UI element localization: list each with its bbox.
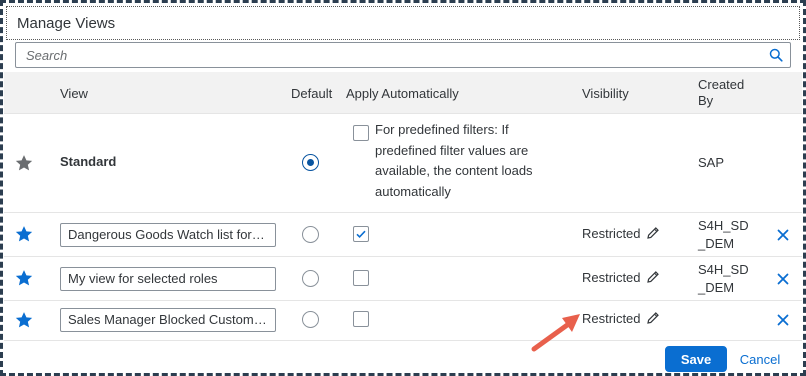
created-by: S4H_SD _DEM [698,217,749,253]
visibility-value: Restricted [582,311,641,326]
close-icon [777,229,789,241]
favorite-toggle[interactable] [14,224,34,244]
table-row[interactable]: Standard For predefined filters: If pred… [4,114,802,213]
edit-visibility-button[interactable] [646,270,660,284]
table-row[interactable]: Dangerous Goods Watch list for S... Rest… [4,213,802,257]
created-by: SAP [698,155,725,170]
pencil-icon [647,312,659,324]
delete-view-button[interactable] [774,226,792,244]
view-name-standard: Standard [60,154,117,169]
view-name-input[interactable]: My view for selected roles [60,267,276,291]
view-name-field[interactable]: Sales Manager Blocked Customer... [60,308,276,332]
view-name-input[interactable]: Sales Manager Blocked Customer... [60,308,276,332]
table-header: View Default Apply Automatically Visibil… [4,72,802,114]
created-by: S4H_SD _DEM [698,261,749,297]
apply-automatically-checkbox[interactable] [353,270,369,286]
note-line: predefined filter values are [375,142,529,158]
star-icon [15,270,33,286]
apply-automatically-note: For predefined filters: If predefined fi… [375,120,533,202]
search-icon [769,48,783,62]
view-name-input[interactable]: Dangerous Goods Watch list for S... [60,223,276,247]
created-by-line: _DEM [698,280,735,295]
created-by-line: S4H_SD [698,262,749,277]
column-header-view[interactable]: View [60,72,88,114]
view-name-field[interactable]: Dangerous Goods Watch list for S... [60,223,276,247]
note-line: automatically [375,183,451,199]
note-line: available, the content loads [375,163,533,178]
pencil-icon [647,227,659,239]
created-by-header-line-1: Created [698,77,745,92]
delete-view-button[interactable] [774,270,792,288]
views-table: View Default Apply Automatically Visibil… [4,72,802,339]
view-name-field[interactable]: My view for selected roles [60,267,276,291]
pencil-icon [647,271,659,283]
column-header-visibility[interactable]: Visibility [582,72,629,114]
manage-views-dialog: Manage Views View Default Apply Automati… [4,4,802,372]
save-button[interactable]: Save [665,346,727,372]
dialog-title: Manage Views [6,6,800,40]
created-by-line: S4H_SD [698,218,749,233]
favorite-toggle[interactable] [14,268,34,288]
created-by-header-line-2: By [698,93,714,108]
apply-automatically-checkbox[interactable] [353,311,369,327]
checkmark-icon [356,230,366,239]
column-header-apply-automatically[interactable]: Apply Automatically [346,72,459,114]
visibility-value: Restricted [582,270,641,285]
star-icon [15,155,33,171]
note-line: For predefined filters: If [375,122,509,137]
favorite-toggle[interactable] [14,310,34,330]
dialog-footer: Save Cancel [4,340,802,372]
star-icon [15,312,33,328]
edit-visibility-button[interactable] [646,311,660,325]
apply-automatically-checkbox[interactable] [353,226,369,242]
star-icon [15,226,33,242]
default-radio[interactable] [302,270,319,287]
default-radio[interactable] [302,226,319,243]
column-header-created-by[interactable]: Created By [698,72,744,114]
created-by-line: _DEM [698,236,735,251]
search-input[interactable] [16,43,762,67]
apply-automatically-checkbox[interactable] [353,125,369,141]
favorite-toggle[interactable] [14,153,34,173]
default-radio[interactable] [302,154,319,171]
table-row[interactable]: Sales Manager Blocked Customer... Restri… [4,301,802,339]
search-field[interactable] [15,42,791,68]
table-row[interactable]: My view for selected roles Restricted S4… [4,257,802,301]
cancel-button[interactable]: Cancel [732,346,788,372]
close-icon [777,273,789,285]
delete-view-button[interactable] [774,311,792,329]
default-radio[interactable] [302,311,319,328]
search-button[interactable] [762,43,790,67]
visibility-value: Restricted [582,226,641,241]
edit-visibility-button[interactable] [646,226,660,240]
close-icon [777,314,789,326]
column-header-default[interactable]: Default [291,72,332,114]
